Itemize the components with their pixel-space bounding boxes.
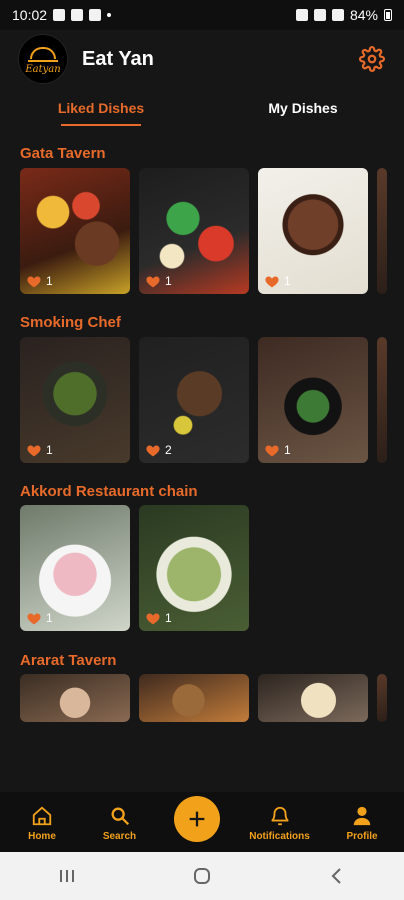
- nav-notifications[interactable]: Notifications: [245, 805, 315, 842]
- dish-card[interactable]: [258, 674, 368, 722]
- dish-card[interactable]: [139, 674, 249, 722]
- like-count: 1: [284, 274, 291, 288]
- heart-icon: [146, 445, 160, 457]
- mute-icon: [295, 9, 308, 21]
- plus-icon: [189, 811, 205, 827]
- status-left: 10:02: [12, 7, 112, 23]
- tab-my-dishes[interactable]: My Dishes: [202, 88, 404, 128]
- dot-icon: [107, 13, 112, 17]
- like-count: 2: [165, 443, 172, 457]
- nav-profile[interactable]: Profile: [332, 805, 392, 842]
- dish-card-partial[interactable]: [377, 337, 387, 463]
- battery-percent: 84%: [349, 7, 378, 23]
- cloche-icon: [30, 47, 56, 59]
- bottom-navigation: Home Search Notifications Profile: [0, 792, 404, 852]
- gear-icon: [359, 46, 385, 72]
- notification-icon: [89, 9, 102, 21]
- status-bar: 10:02 84%: [0, 0, 404, 30]
- dish-card[interactable]: 1: [20, 505, 130, 631]
- section-title-gata-tavern: Gata Tavern: [20, 145, 106, 162]
- dish-card[interactable]: [20, 674, 130, 722]
- tab-liked-dishes[interactable]: Liked Dishes: [0, 88, 202, 128]
- logo-text: Eatyan: [25, 64, 61, 75]
- recent-apps-icon[interactable]: [55, 866, 79, 886]
- like-indicator: 1: [264, 443, 291, 457]
- nav-add[interactable]: [167, 796, 227, 842]
- android-nav-bar: [0, 852, 404, 900]
- like-count: 1: [46, 274, 53, 288]
- app-logo: Eatyan: [18, 34, 68, 84]
- like-indicator: 2: [145, 443, 172, 457]
- like-count: 1: [46, 443, 53, 457]
- like-count: 1: [46, 611, 53, 625]
- dish-card[interactable]: 1: [139, 168, 249, 294]
- dish-card[interactable]: 2: [139, 337, 249, 463]
- dish-card[interactable]: 1: [20, 337, 130, 463]
- gallery-icon: [53, 9, 66, 21]
- home-icon: [32, 806, 52, 826]
- like-indicator: 1: [26, 611, 53, 625]
- heart-icon: [146, 276, 160, 288]
- mail-icon: [71, 9, 84, 21]
- like-indicator: 1: [26, 274, 53, 288]
- heart-icon: [146, 613, 160, 625]
- heart-icon: [27, 445, 41, 457]
- section-title-akkord: Akkord Restaurant chain: [20, 483, 198, 500]
- back-icon[interactable]: [325, 864, 349, 888]
- wifi-icon: [313, 9, 326, 21]
- header: Eatyan Eat Yan: [0, 30, 404, 88]
- dish-row-gata-tavern[interactable]: 1 1 1: [20, 168, 387, 294]
- heart-icon: [265, 276, 279, 288]
- dish-card-partial[interactable]: [377, 674, 387, 722]
- like-count: 1: [284, 443, 291, 457]
- like-indicator: 1: [264, 274, 291, 288]
- logo-base: [28, 60, 58, 62]
- dish-card[interactable]: 1: [258, 168, 368, 294]
- bell-icon: [270, 806, 289, 826]
- settings-button[interactable]: [358, 45, 386, 73]
- dish-row-smoking-chef[interactable]: 1 2 1: [20, 337, 387, 463]
- app-title: Eat Yan: [82, 47, 154, 70]
- like-indicator: 1: [145, 274, 172, 288]
- dish-card[interactable]: 1: [139, 505, 249, 631]
- tab-bar: Liked Dishes My Dishes: [0, 88, 404, 128]
- nav-home-label: Home: [28, 831, 56, 842]
- dish-row-akkord[interactable]: 1 1: [20, 505, 249, 631]
- nav-profile-label: Profile: [346, 831, 378, 842]
- heart-icon: [27, 276, 41, 288]
- dish-card[interactable]: 1: [258, 337, 368, 463]
- battery-icon: [384, 9, 392, 21]
- home-circle-icon[interactable]: [190, 864, 214, 888]
- status-right: 84%: [295, 7, 392, 23]
- dish-card[interactable]: 1: [20, 168, 130, 294]
- section-title-smoking-chef: Smoking Chef: [20, 314, 121, 331]
- nav-home[interactable]: Home: [12, 805, 72, 842]
- dish-row-ararat-tavern[interactable]: [20, 674, 387, 722]
- liked-dishes-list[interactable]: Gata Tavern 1 1 1 Smoking Chef 1 2 1 Akk…: [0, 140, 404, 790]
- like-count: 1: [165, 274, 172, 288]
- dish-card-partial[interactable]: [377, 168, 387, 294]
- nav-notifications-label: Notifications: [249, 831, 310, 842]
- add-dish-button[interactable]: [174, 796, 220, 842]
- heart-icon: [265, 445, 279, 457]
- nav-search-label: Search: [102, 831, 137, 842]
- heart-icon: [27, 613, 41, 625]
- profile-icon: [353, 806, 371, 826]
- status-time: 10:02: [12, 7, 48, 23]
- like-indicator: 1: [145, 611, 172, 625]
- search-icon: [111, 807, 129, 826]
- nav-search[interactable]: Search: [90, 805, 150, 842]
- like-indicator: 1: [26, 443, 53, 457]
- signal-icon: [331, 9, 344, 21]
- like-count: 1: [165, 611, 172, 625]
- section-title-ararat-tavern: Ararat Tavern: [20, 652, 117, 669]
